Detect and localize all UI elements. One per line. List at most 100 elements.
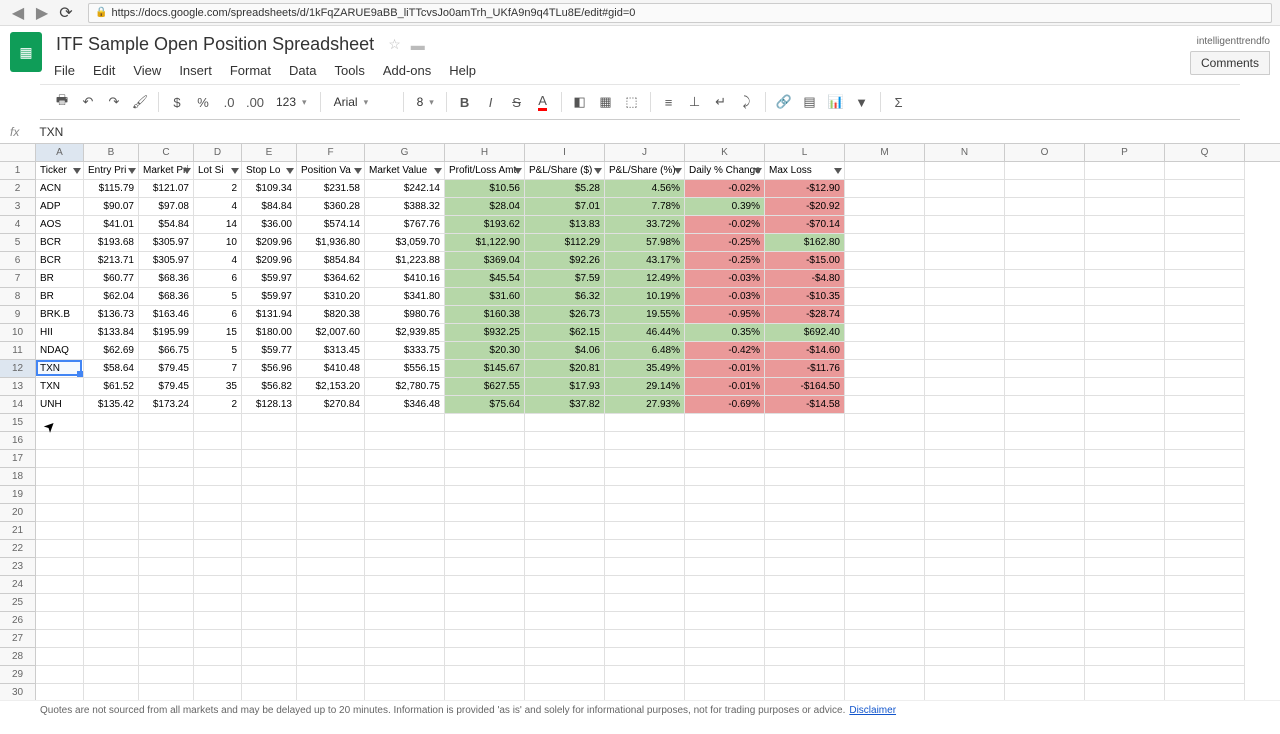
cell[interactable] <box>1085 180 1165 198</box>
cell[interactable]: $59.97 <box>242 288 297 306</box>
cell[interactable] <box>194 486 242 504</box>
cell[interactable] <box>1085 324 1165 342</box>
cell[interactable] <box>194 540 242 558</box>
cell[interactable]: $346.48 <box>365 396 445 414</box>
cell[interactable] <box>36 486 84 504</box>
cell[interactable] <box>1005 648 1085 666</box>
redo-icon[interactable]: ↷ <box>102 90 126 114</box>
cell[interactable]: $121.07 <box>139 180 194 198</box>
cell[interactable] <box>194 666 242 684</box>
link-icon[interactable]: 🔗 <box>772 90 796 114</box>
row-header[interactable]: 4 <box>0 216 36 234</box>
cell[interactable]: 0.35% <box>685 324 765 342</box>
cell[interactable] <box>765 450 845 468</box>
cell[interactable] <box>36 630 84 648</box>
cell[interactable] <box>845 216 925 234</box>
cell[interactable]: 4.56% <box>605 180 685 198</box>
cell[interactable] <box>36 576 84 594</box>
cell[interactable]: Daily % Change <box>685 162 765 180</box>
cell[interactable]: $556.15 <box>365 360 445 378</box>
cell[interactable] <box>1005 288 1085 306</box>
cell[interactable]: Ticker <box>36 162 84 180</box>
cell[interactable]: $3,059.70 <box>365 234 445 252</box>
cell[interactable] <box>84 540 139 558</box>
cell[interactable] <box>1165 216 1245 234</box>
cell[interactable] <box>445 486 525 504</box>
cell[interactable]: -$10.35 <box>765 288 845 306</box>
cell[interactable] <box>297 630 365 648</box>
cell[interactable] <box>925 486 1005 504</box>
filter-icon[interactable] <box>754 168 762 174</box>
cell[interactable] <box>1085 540 1165 558</box>
cell[interactable] <box>84 576 139 594</box>
cell[interactable]: $54.84 <box>139 216 194 234</box>
cell[interactable]: $854.84 <box>297 252 365 270</box>
doc-title[interactable]: ITF Sample Open Position Spreadsheet <box>52 32 378 57</box>
cell[interactable]: TXN <box>36 360 84 378</box>
cell[interactable] <box>925 504 1005 522</box>
cell[interactable]: 46.44% <box>605 324 685 342</box>
cell[interactable] <box>194 630 242 648</box>
cell[interactable]: BR <box>36 288 84 306</box>
cell[interactable]: $2,007.60 <box>297 324 365 342</box>
cell[interactable]: 35.49% <box>605 360 685 378</box>
cell[interactable] <box>525 612 605 630</box>
cell[interactable] <box>1005 468 1085 486</box>
cell[interactable] <box>1005 666 1085 684</box>
cell[interactable] <box>1165 468 1245 486</box>
cell[interactable] <box>925 324 1005 342</box>
cell[interactable]: 35 <box>194 378 242 396</box>
cell[interactable] <box>1005 198 1085 216</box>
cell[interactable] <box>365 630 445 648</box>
cell[interactable]: $61.52 <box>84 378 139 396</box>
cell[interactable]: $692.40 <box>765 324 845 342</box>
cell[interactable] <box>525 648 605 666</box>
cell[interactable] <box>445 450 525 468</box>
comments-button[interactable]: Comments <box>1190 51 1270 75</box>
cell[interactable] <box>242 468 297 486</box>
cell[interactable] <box>925 468 1005 486</box>
cell[interactable] <box>139 630 194 648</box>
cell[interactable]: $369.04 <box>445 252 525 270</box>
cell[interactable]: $242.14 <box>365 180 445 198</box>
cell[interactable] <box>84 468 139 486</box>
cell[interactable]: $163.46 <box>139 306 194 324</box>
row-header[interactable]: 5 <box>0 234 36 252</box>
cell[interactable] <box>685 576 765 594</box>
cell[interactable] <box>845 162 925 180</box>
cell[interactable] <box>1005 576 1085 594</box>
cell[interactable]: $341.80 <box>365 288 445 306</box>
cell[interactable]: $209.96 <box>242 252 297 270</box>
cell[interactable] <box>1005 432 1085 450</box>
cell[interactable] <box>925 162 1005 180</box>
cell[interactable]: $112.29 <box>525 234 605 252</box>
row-header[interactable]: 26 <box>0 612 36 630</box>
cell[interactable] <box>605 522 685 540</box>
cell[interactable]: -0.25% <box>685 252 765 270</box>
cell[interactable]: -$70.14 <box>765 216 845 234</box>
cell[interactable]: $37.82 <box>525 396 605 414</box>
cell[interactable]: $7.59 <box>525 270 605 288</box>
cell[interactable] <box>242 432 297 450</box>
cell[interactable]: -$14.58 <box>765 396 845 414</box>
filter-icon[interactable] <box>594 168 602 174</box>
cell[interactable]: 19.55% <box>605 306 685 324</box>
cell[interactable] <box>685 432 765 450</box>
cell[interactable]: 6 <box>194 306 242 324</box>
cell[interactable] <box>1165 594 1245 612</box>
row-header[interactable]: 23 <box>0 558 36 576</box>
cell[interactable] <box>1005 594 1085 612</box>
cell[interactable] <box>845 396 925 414</box>
row-header[interactable]: 7 <box>0 270 36 288</box>
cell[interactable] <box>525 414 605 432</box>
cell[interactable] <box>605 666 685 684</box>
cell[interactable] <box>1005 360 1085 378</box>
cell[interactable]: 2 <box>194 396 242 414</box>
cell[interactable] <box>925 342 1005 360</box>
reload-button[interactable]: ⟳ <box>56 3 76 23</box>
cell[interactable]: $1,122.90 <box>445 234 525 252</box>
cell[interactable] <box>1165 324 1245 342</box>
cell[interactable]: -$164.50 <box>765 378 845 396</box>
cell[interactable] <box>765 666 845 684</box>
cell[interactable]: $59.97 <box>242 270 297 288</box>
